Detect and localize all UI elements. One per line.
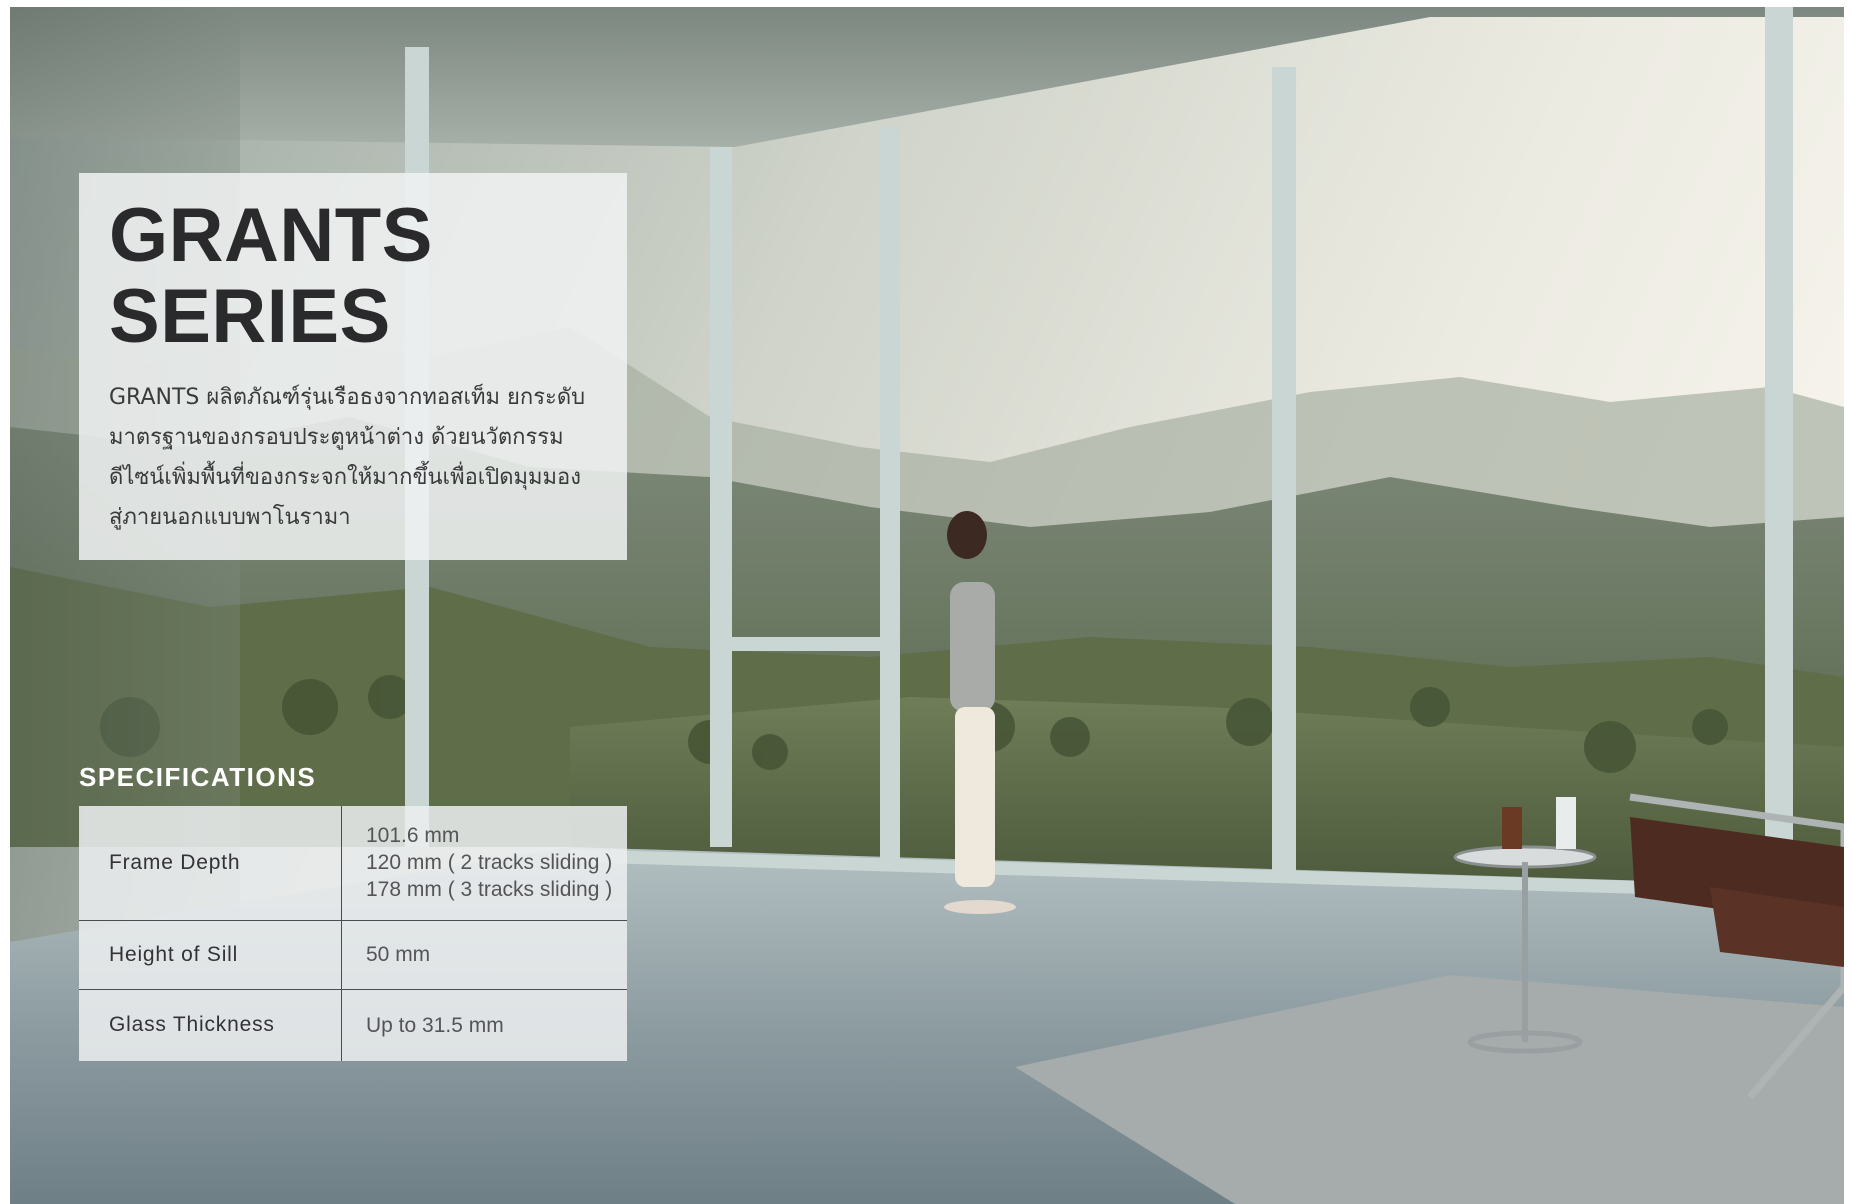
spec-row-height-of-sill: Height of Sill 50 mm [79,919,627,990]
spec-value-line: Up to 31.5 mm [366,1013,504,1037]
spec-value-line: 101.6 mm [366,824,460,848]
spec-row-glass-thickness: Glass Thickness Up to 31.5 mm [79,988,627,1061]
specifications-table: Frame Depth 101.6 mm 120 mm ( 2 tracks s… [79,806,627,1061]
title-line: GRANTS [109,193,433,278]
spec-value: 101.6 mm 120 mm ( 2 tracks sliding ) 178… [341,806,627,921]
spec-value-line: 178 mm ( 3 tracks sliding ) [366,878,613,902]
series-description: GRANTS ผลิตภัณฑ์รุ่นเรือธงจากทอสเท็ม ยกร… [109,378,609,538]
description-line: สู่ภายนอกแบบพาโนรามา [109,505,351,530]
intro-panel: GRANTS SERIES GRANTS ผลิตภัณฑ์รุ่นเรือธง… [79,173,627,560]
spec-label: Frame Depth [79,806,342,921]
spec-value-line: 120 mm ( 2 tracks sliding ) [366,851,613,875]
spec-row-frame-depth: Frame Depth 101.6 mm 120 mm ( 2 tracks s… [79,806,627,921]
spec-value: Up to 31.5 mm [341,988,627,1061]
spec-label: Glass Thickness [79,988,342,1061]
description-line: GRANTS ผลิตภัณฑ์รุ่นเรือธงจากทอสเท็ม ยกร… [109,385,586,410]
brochure-page: GRANTS SERIES GRANTS ผลิตภัณฑ์รุ่นเรือธง… [0,0,1853,1204]
description-line: มาตรฐานของกรอบประตูหน้าต่าง ด้วยนวัตกรรม [109,425,564,450]
series-title: GRANTS SERIES [109,195,433,357]
specifications-heading: SPECIFICATIONS [79,762,317,792]
spec-value-line: 50 mm [366,943,431,966]
spec-value: 50 mm [341,919,627,990]
description-line: ดีไซน์เพิ่มพื้นที่ของกระจกให้มากขึ้นเพื่… [109,465,582,490]
spec-label: Height of Sill [79,919,342,990]
title-line: SERIES [109,274,391,359]
